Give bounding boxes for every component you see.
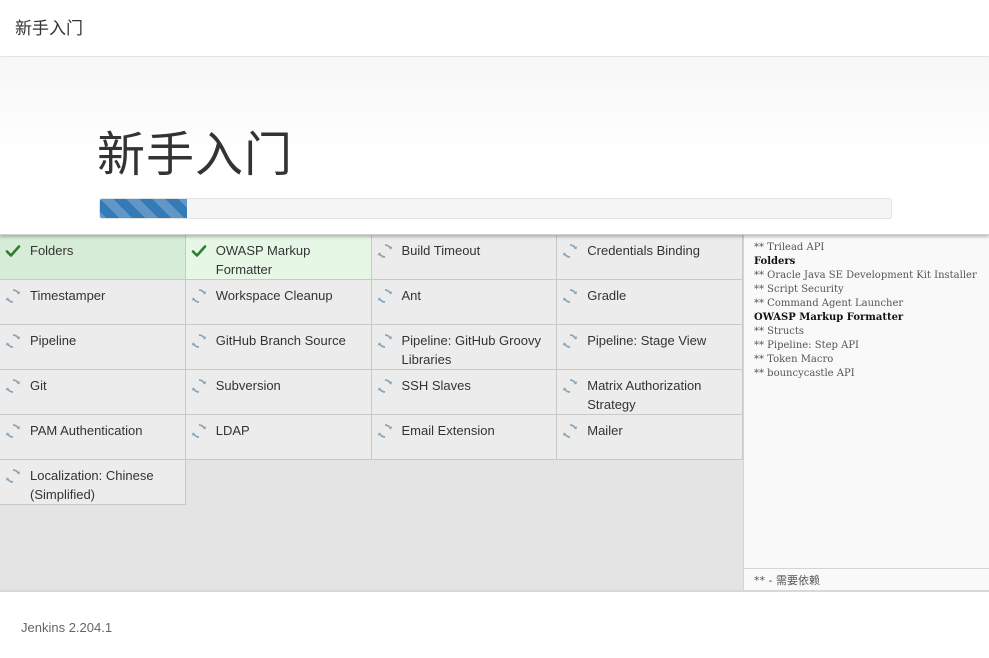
plugin-item: Matrix Authorization Strategy — [557, 370, 743, 415]
plugin-item: SSH Slaves — [371, 370, 558, 415]
plugin-item: Gradle — [557, 280, 743, 325]
refresh-icon — [377, 288, 393, 304]
plugin-name: Build Timeout — [401, 243, 481, 258]
refresh-icon — [562, 423, 578, 439]
refresh-icon — [5, 333, 21, 349]
plugin-name: Pipeline: GitHub Groovy Libraries — [401, 333, 541, 367]
plugin-item: Timestamper — [0, 280, 186, 325]
page-heading: 新手入门 — [97, 127, 294, 183]
plugin-name: Mailer — [587, 423, 623, 438]
refresh-icon — [191, 378, 207, 394]
refresh-icon — [191, 423, 207, 439]
plugin-name: Workspace Cleanup — [215, 288, 333, 303]
plugin-install-area: Folders OWASP Markup Formatter Build Timeo… — [0, 235, 743, 590]
plugin-item: PAM Authentication — [0, 415, 186, 460]
refresh-icon — [191, 288, 207, 304]
plugin-name: Subversion — [215, 378, 281, 393]
log-line: ** Command Agent Launcher — [754, 298, 904, 309]
plugin-item: Email Extension — [371, 415, 558, 460]
log-line: OWASP Markup Formatter — [754, 312, 904, 323]
plugin-name: OWASP Markup Formatter — [215, 243, 311, 277]
refresh-icon — [377, 333, 393, 349]
log-line: ** Script Security — [754, 284, 844, 295]
plugin-item: Subversion — [185, 370, 372, 415]
plugin-item: Pipeline: Stage View — [557, 325, 743, 370]
refresh-icon — [5, 288, 21, 304]
plugin-name: LDAP — [215, 423, 250, 438]
plugin-item: GitHub Branch Source — [185, 325, 372, 370]
hero-panel: 新手入门 — [0, 57, 989, 235]
log-line: ** Pipeline: Step API — [754, 340, 859, 351]
plugin-name: Pipeline: Stage View — [587, 333, 707, 348]
refresh-icon — [377, 423, 393, 439]
dependency-legend: ** - 需要依赖 — [744, 568, 989, 590]
plugin-name: Email Extension — [401, 423, 495, 438]
refresh-icon — [562, 243, 578, 259]
plugin-item: Pipeline: GitHub Groovy Libraries — [371, 325, 558, 370]
refresh-icon — [5, 378, 21, 394]
plugin-item: Pipeline — [0, 325, 186, 370]
plugin-item: Mailer — [557, 415, 743, 460]
plugin-name: Localization: Chinese (Simplified) — [30, 468, 154, 502]
checkmark-icon — [191, 243, 207, 259]
plugin-item: OWASP Markup Formatter — [185, 235, 372, 280]
plugin-grid: Folders OWASP Markup Formatter Build Timeo… — [0, 235, 743, 505]
plugin-name: Timestamper — [30, 288, 106, 303]
install-log-panel: ** Trilead API Folders ** Oracle Java SE D… — [743, 235, 989, 590]
refresh-icon — [562, 333, 578, 349]
plugin-item: Credentials Binding — [557, 235, 743, 280]
footer: Jenkins 2.204.1 — [0, 590, 989, 658]
top-bar: 新手入门 — [0, 0, 989, 57]
plugin-name: SSH Slaves — [401, 378, 471, 393]
log-line: ** Token Macro — [754, 354, 834, 365]
refresh-icon — [5, 468, 21, 484]
install-log: ** Trilead API Folders ** Oracle Java SE D… — [754, 241, 985, 381]
refresh-icon — [5, 423, 21, 439]
plugin-item: LDAP — [185, 415, 372, 460]
app-title: 新手入门 — [15, 19, 83, 39]
plugin-item: Ant — [371, 280, 558, 325]
refresh-icon — [562, 378, 578, 394]
install-progress-fill — [100, 199, 187, 218]
plugin-name: Matrix Authorization Strategy — [587, 378, 702, 412]
jenkins-version: Jenkins 2.204.1 — [21, 620, 113, 635]
refresh-icon — [562, 288, 578, 304]
plugin-name: Gradle — [587, 288, 627, 303]
log-line: Folders — [754, 256, 796, 267]
plugin-name: Pipeline — [30, 333, 77, 348]
install-progress — [99, 198, 892, 219]
plugin-name: Credentials Binding — [587, 243, 700, 258]
plugin-item: Build Timeout — [371, 235, 558, 280]
log-line: ** Oracle Java SE Development Kit Instal… — [754, 270, 977, 281]
refresh-icon — [377, 378, 393, 394]
refresh-icon — [377, 243, 393, 259]
log-line: ** Trilead API — [754, 242, 825, 253]
checkmark-icon — [5, 243, 21, 259]
refresh-icon — [191, 333, 207, 349]
plugin-name: Git — [30, 378, 47, 393]
plugin-name: PAM Authentication — [30, 423, 143, 438]
plugin-item: Workspace Cleanup — [185, 280, 372, 325]
plugin-name: Ant — [401, 288, 422, 303]
log-line: ** Structs — [754, 326, 805, 337]
plugin-item: Folders — [0, 235, 186, 280]
plugin-item: Localization: Chinese (Simplified) — [0, 460, 186, 505]
log-line: ** bouncycastle API — [754, 368, 855, 379]
plugin-name: Folders — [30, 243, 74, 258]
plugin-name: GitHub Branch Source — [215, 333, 346, 348]
plugin-item: Git — [0, 370, 186, 415]
